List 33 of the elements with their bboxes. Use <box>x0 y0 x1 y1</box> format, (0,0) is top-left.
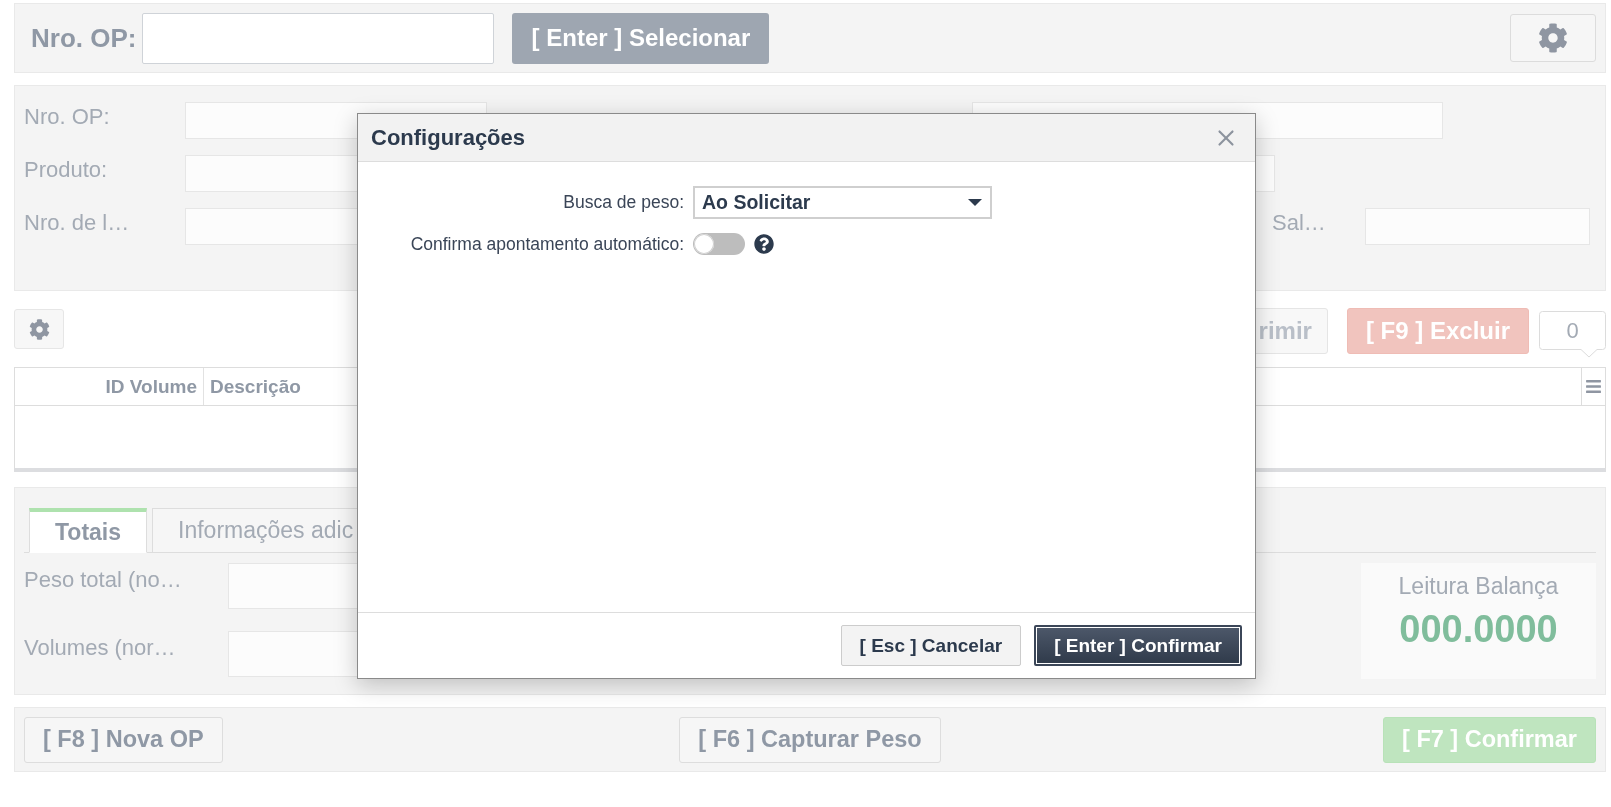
dialog-button[interactable]: [ Enter ] Confirmar <box>1034 625 1242 666</box>
tab[interactable]: Totais <box>29 508 148 553</box>
select-button[interactable]: [ Enter ] Selecionar <box>512 12 770 64</box>
action-button[interactable]: [ F6 ] Capturar Peso <box>679 716 941 763</box>
grid-settings-button[interactable] <box>14 309 64 349</box>
field-label: Volumes (nor… <box>24 634 177 661</box>
dialog-title: Configurações <box>371 124 526 151</box>
settings-button[interactable] <box>1510 14 1596 62</box>
column-header[interactable]: ID Volume <box>15 368 204 405</box>
settings-icon <box>28 318 50 340</box>
menu-icon[interactable] <box>1585 378 1602 395</box>
settings-icon <box>1538 23 1568 53</box>
dialog-button[interactable]: [ Esc ] Cancelar <box>840 625 1022 666</box>
scale-reading-label: Leitura Balança <box>1398 573 1559 600</box>
dropdown-field[interactable]: Ao Solicitar <box>693 186 992 219</box>
column-header[interactable]: Descrição <box>204 368 307 405</box>
action-button[interactable]: [ F8 ] Nova OP <box>24 716 223 763</box>
caret-icon <box>968 199 982 206</box>
help-icon[interactable] <box>754 234 774 254</box>
field-label: Nro. de l… <box>24 209 131 236</box>
action-button[interactable]: [ F7 ] Confirmar <box>1383 716 1596 763</box>
delete-button[interactable]: [ F9 ] Excluir <box>1346 308 1529 354</box>
toggle-switch[interactable] <box>693 233 745 255</box>
order-number-input[interactable] <box>142 12 495 64</box>
order-number-label: Nro. OP: <box>31 22 137 54</box>
field-label: Nro. OP: <box>24 103 111 130</box>
setting-label: Busca de peso: <box>562 192 684 213</box>
setting-label: Confirma apontamento automático: <box>409 233 684 255</box>
field-label: Sal… <box>1272 209 1327 236</box>
count-badge: 0 <box>1539 311 1606 358</box>
field-label: Produto: <box>24 156 109 183</box>
scale-reading-value: 000.0000 <box>1399 608 1558 651</box>
field-label: Peso total (no… <box>24 566 183 593</box>
